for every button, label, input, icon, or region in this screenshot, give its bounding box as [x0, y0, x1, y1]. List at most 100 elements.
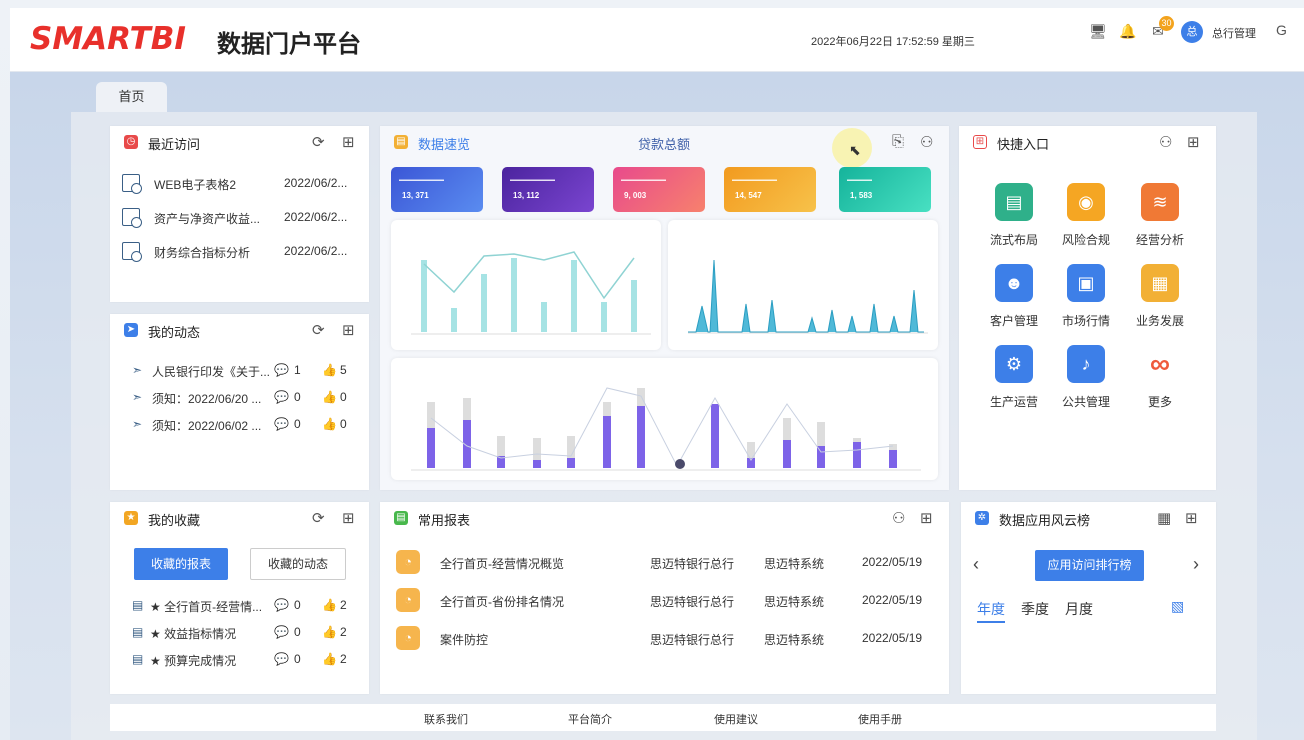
user-settings-icon[interactable]: ⚇	[892, 509, 905, 527]
comment-icon[interactable]: 💬	[274, 598, 289, 612]
stat-card[interactable]: ▬▬▬▬▬▬▬▬▬ 13, 371	[391, 167, 483, 212]
refresh-icon[interactable]: ⟳	[312, 509, 325, 527]
mini-chart-1	[391, 220, 661, 350]
send-icon: ➣	[132, 417, 143, 431]
user-icon: ☻	[995, 264, 1033, 302]
tab-home[interactable]: 首页	[96, 82, 167, 112]
bell-icon: ♪	[1067, 345, 1105, 383]
my-dynamics-card: ➤ 我的动态 ⟳ ⊞ ➣ 人民银行印发《关于... 💬 1 👍 5 ➣ 须知：2…	[110, 314, 369, 490]
tab-year[interactable]: 年度	[977, 599, 1005, 623]
tab-quarter[interactable]: 季度	[1021, 599, 1049, 619]
send-icon: ➣	[132, 390, 143, 404]
comment-icon[interactable]: 💬	[274, 390, 289, 404]
my-dynamics-title: 我的动态	[148, 325, 201, 340]
comment-icon[interactable]: 💬	[274, 652, 289, 666]
stat-card[interactable]: ▬▬▬▬▬▬▬▬▬ 14, 547	[724, 167, 816, 212]
list-item[interactable]: ▤ ★ 效益指标情况 💬 0 👍 2	[132, 624, 362, 642]
bar-line-chart-thumbnail	[411, 387, 921, 471]
app-ranking-button[interactable]: 应用访问排行榜	[1035, 550, 1144, 581]
grid-icon[interactable]: ⊞	[920, 509, 933, 527]
list-item[interactable]: ➣ 须知：2022/06/02 ... 💬 0 👍 0	[132, 416, 362, 434]
data-overview-title: 数据速览	[418, 137, 471, 152]
calendar-icon: ▦	[1141, 264, 1179, 302]
tab-month[interactable]: 月度	[1065, 599, 1093, 619]
quick-entry-title: 快捷入口	[997, 137, 1050, 152]
list-item[interactable]: 财务综合指标分析 2022/06/2...	[122, 242, 362, 262]
thumbs-up-icon[interactable]: 👍	[322, 625, 337, 639]
chart-icon: ◔	[396, 626, 420, 650]
stat-card[interactable]: ▬▬▬▬▬ 1, 583	[839, 167, 931, 212]
favorite-dynamics-button[interactable]: 收藏的动态	[250, 548, 346, 580]
quick-item-customer[interactable]: ☻ 客户管理	[979, 264, 1049, 334]
quick-item-more[interactable]: ∞ 更多	[1125, 345, 1195, 415]
grid-icon[interactable]: ⊞	[342, 321, 355, 339]
grid-icon[interactable]: ⊞	[1185, 509, 1198, 527]
prev-arrow-icon[interactable]: ‹	[973, 554, 979, 575]
quick-item-market[interactable]: ▣ 市场行情	[1051, 264, 1121, 334]
export-icon[interactable]: ⎘	[892, 133, 904, 150]
list-item[interactable]: WEB电子表格2 2022/06/2...	[122, 174, 362, 194]
refresh-icon[interactable]: ⟳	[312, 133, 325, 151]
footer-link-contact[interactable]: 联系我们	[424, 711, 468, 727]
username[interactable]: 总行管理	[1212, 25, 1256, 41]
grid-icon[interactable]: ⊞	[342, 133, 355, 151]
next-arrow-icon[interactable]: ›	[1193, 554, 1199, 575]
quick-item-business[interactable]: ▦ 业务发展	[1125, 264, 1195, 334]
grid-icon[interactable]: ⊞	[342, 509, 355, 527]
favorite-reports-button[interactable]: 收藏的报表	[134, 548, 228, 580]
comment-icon[interactable]: 💬	[274, 625, 289, 639]
report-icon: ▤	[132, 652, 144, 666]
thumbs-up-icon[interactable]: 👍	[322, 363, 337, 377]
thumbs-up-icon[interactable]: 👍	[322, 390, 337, 404]
bar-line-chart-thumbnail	[411, 251, 651, 335]
database-icon: ≋	[1141, 183, 1179, 221]
quick-item-operation[interactable]: ⚙ 生产运营	[979, 345, 1049, 415]
document-clock-icon	[122, 208, 142, 228]
list-item[interactable]: ▤ ★ 全行首页-经营情... 💬 0 👍 2	[132, 597, 362, 615]
quick-item-analysis[interactable]: ≋ 经营分析	[1125, 183, 1195, 253]
refresh-icon[interactable]: ⟳	[312, 321, 325, 339]
chart-toggle-icon[interactable]: ▧	[1171, 598, 1184, 615]
smartbi-logo: SMARTBI	[30, 21, 186, 57]
footer-link-suggestions[interactable]: 使用建议	[714, 711, 758, 727]
chart-icon: ◉	[1067, 183, 1105, 221]
quick-item-public[interactable]: ♪ 公共管理	[1051, 345, 1121, 415]
user-settings-icon[interactable]: ⚇	[920, 133, 933, 151]
list-item[interactable]: 资产与净资产收益... 2022/06/2...	[122, 208, 362, 228]
mini-chart-3	[391, 358, 938, 480]
thumbs-up-icon[interactable]: 👍	[322, 417, 337, 431]
quick-item-flow-layout[interactable]: ▤ 流式布局	[979, 183, 1049, 253]
thumbs-up-icon[interactable]: 👍	[322, 598, 337, 612]
snowflake-icon: ✲	[975, 511, 989, 525]
top-header: SMARTBI 数据门户平台 2022年06月22日 17:52:59 星期三	[10, 8, 1304, 72]
quick-item-risk[interactable]: ◉ 风险合规	[1051, 183, 1121, 253]
table-row[interactable]: ◔ 全行首页-经营情况概览 思迈特银行总行 思迈特系统 2022/05/19	[396, 550, 946, 574]
stat-label: ▬▬▬▬▬▬▬▬▬	[621, 177, 666, 183]
footer-link-manual[interactable]: 使用手册	[858, 711, 902, 727]
footer-link-intro[interactable]: 平台简介	[568, 711, 612, 727]
thumbs-up-icon[interactable]: 👍	[322, 652, 337, 666]
comment-icon[interactable]: 💬	[274, 417, 289, 431]
report-icon: ▤	[132, 625, 144, 639]
list-item[interactable]: ▤ ★ 预算完成情况 💬 0 👍 2	[132, 651, 362, 669]
bell-icon[interactable]: 🔔	[1119, 22, 1137, 40]
stat-card[interactable]: ▬▬▬▬▬▬▬▬▬ 9, 003	[613, 167, 705, 212]
ranking-card: ✲ 数据应用风云榜 ▦ ⊞ ‹ 应用访问排行榜 › 年度 季度 月度 ▧	[961, 502, 1216, 694]
logout-icon[interactable]: G	[1276, 22, 1287, 38]
monitor-icon: ▣	[1067, 264, 1105, 302]
table-row[interactable]: ◔ 全行首页-省份排名情况 思迈特银行总行 思迈特系统 2022/05/19	[396, 588, 946, 612]
stat-card[interactable]: ▬▬▬▬▬▬▬▬▬ 13, 112	[502, 167, 594, 212]
report-icon: ▤	[394, 511, 408, 525]
common-reports-title: 常用报表	[418, 513, 471, 528]
list-item[interactable]: ➣ 须知：2022/06/20 ... 💬 0 👍 0	[132, 389, 362, 407]
list-item[interactable]: ➣ 人民银行印发《关于... 💬 1 👍 5	[132, 362, 362, 380]
document-clock-icon	[122, 174, 142, 194]
chart-icon: ◔	[396, 588, 420, 612]
avatar[interactable]: 总	[1181, 21, 1203, 43]
table-row[interactable]: ◔ 案件防控 思迈特银行总行 思迈特系统 2022/05/19	[396, 626, 946, 650]
calendar-icon[interactable]: ▦	[1157, 509, 1171, 527]
grid-icon[interactable]: ⊞	[1187, 133, 1200, 151]
monitor-icon[interactable]: 🖥	[1089, 22, 1107, 40]
user-settings-icon[interactable]: ⚇	[1159, 133, 1172, 151]
comment-icon[interactable]: 💬	[274, 363, 289, 377]
